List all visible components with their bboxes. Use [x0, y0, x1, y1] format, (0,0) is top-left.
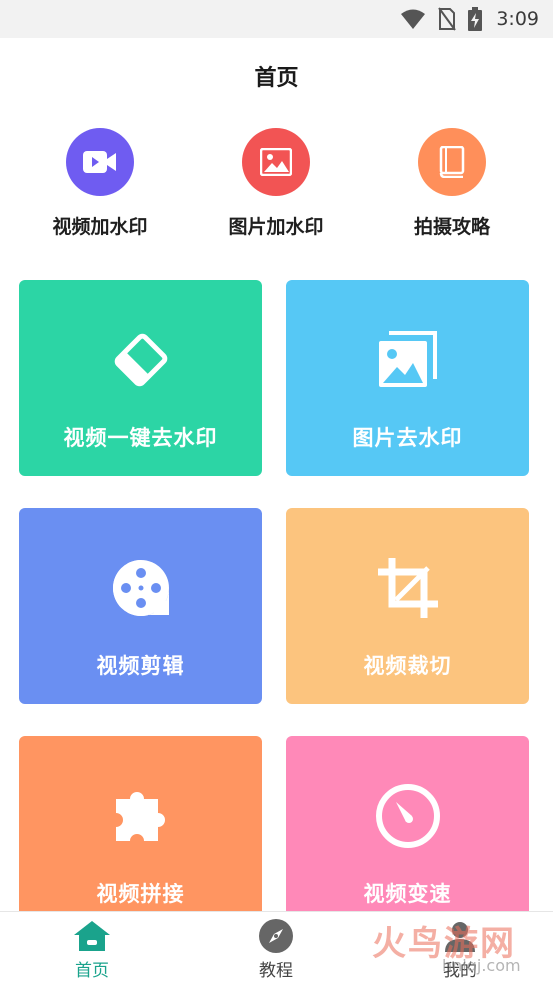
quick-action-image-watermark[interactable]: 图片加水印 — [188, 128, 364, 248]
compass-icon — [257, 918, 295, 954]
card-label: 视频变速 — [363, 882, 452, 906]
video-camera-icon — [66, 128, 134, 196]
quick-action-label: 视频加水印 — [52, 216, 148, 238]
home-icon — [73, 918, 111, 954]
status-bar: 3:09 — [0, 0, 553, 38]
nav-item-home[interactable]: 首页 — [0, 912, 184, 983]
no-sim-icon — [438, 7, 457, 31]
card-video-remove-watermark[interactable]: 视频一键去水印 — [19, 280, 262, 476]
book-icon — [418, 128, 486, 196]
quick-action-label: 拍摄攻略 — [413, 216, 490, 238]
nav-item-mine[interactable]: 我的 — [368, 912, 552, 983]
nav-item-tutorial[interactable]: 教程 — [184, 912, 368, 983]
card-label: 视频剪辑 — [96, 654, 185, 678]
status-time: 3:09 — [496, 8, 539, 30]
quick-action-shooting-guide[interactable]: 拍摄攻略 — [364, 128, 540, 248]
crop-icon — [372, 552, 444, 624]
nav-label: 教程 — [259, 961, 293, 981]
page-title: 首页 — [254, 66, 299, 91]
photos-stack-icon — [372, 324, 444, 396]
card-image-remove-watermark[interactable]: 图片去水印 — [286, 280, 529, 476]
quick-actions: 视频加水印 图片加水印 拍摄攻略 — [0, 128, 553, 248]
card-label: 视频一键去水印 — [63, 426, 218, 450]
speedometer-icon — [372, 780, 444, 852]
card-video-merge[interactable]: 视频拼接 — [19, 736, 262, 911]
card-video-crop[interactable]: 视频裁切 — [286, 508, 529, 704]
user-icon — [441, 918, 479, 954]
card-video-edit[interactable]: 视频剪辑 — [19, 508, 262, 704]
nav-label: 首页 — [75, 961, 109, 981]
card-label: 视频拼接 — [96, 882, 185, 906]
nav-label: 我的 — [443, 961, 477, 981]
quick-action-label: 图片加水印 — [228, 216, 324, 238]
battery-charging-icon — [468, 7, 483, 31]
film-reel-icon — [105, 552, 177, 624]
card-label: 图片去水印 — [352, 426, 463, 450]
puzzle-icon — [105, 780, 177, 852]
wifi-icon — [401, 9, 426, 29]
quick-action-video-watermark[interactable]: 视频加水印 — [12, 128, 188, 248]
eraser-icon — [105, 324, 177, 396]
card-label: 视频裁切 — [363, 654, 452, 678]
bottom-nav: 首页 教程 我的 — [0, 911, 553, 983]
card-video-speed[interactable]: 视频变速 — [286, 736, 529, 911]
image-icon — [242, 128, 310, 196]
